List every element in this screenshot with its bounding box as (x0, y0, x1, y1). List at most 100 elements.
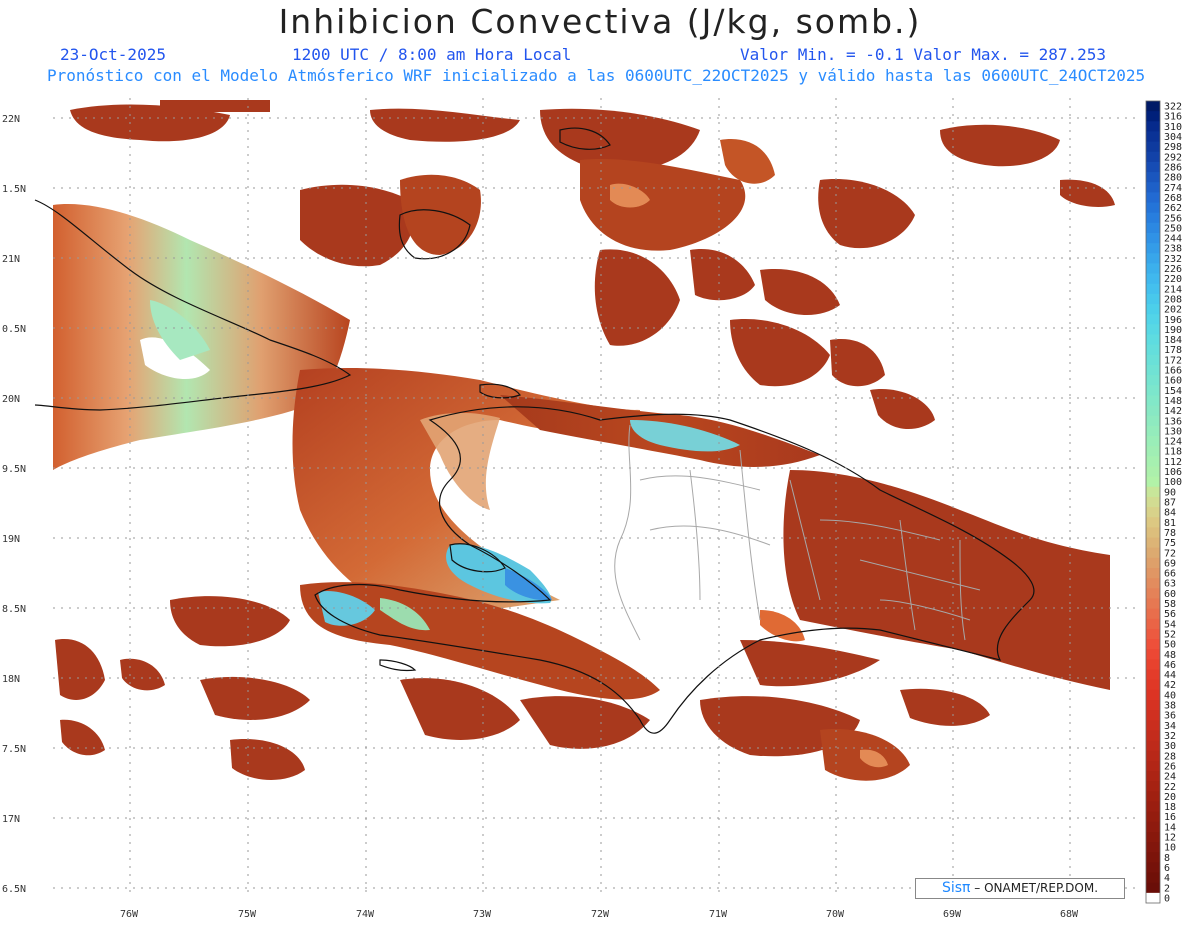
colorbar-swatch (1146, 730, 1160, 742)
colorbar-swatch (1146, 344, 1160, 356)
lat-label: 6.5N (2, 884, 26, 895)
colorbar-swatch (1146, 679, 1160, 691)
colorbar-swatch (1146, 466, 1160, 478)
colorbar-swatch (1146, 364, 1160, 376)
colorbar-swatch (1146, 791, 1160, 802)
lat-label: 19N (2, 534, 20, 545)
latitude-labels: 22N 1.5N 21N 0.5N 20N 9.5N 19N 8.5N 18N … (2, 114, 26, 895)
colorbar-swatch (1146, 639, 1160, 650)
colorbar-swatch (1146, 101, 1160, 112)
colorbar-swatch (1146, 821, 1160, 833)
colorbar-swatch (1146, 151, 1160, 163)
lat-label: 7.5N (2, 744, 26, 755)
colorbar-label: 0 (1164, 893, 1170, 904)
colorbar-swatch (1146, 831, 1160, 843)
cin-map: 22N 1.5N 21N 0.5N 20N 9.5N 19N 8.5N 18N … (2, 98, 1182, 920)
colorbar-swatch (1146, 212, 1160, 224)
colorbar-swatch (1146, 517, 1160, 528)
colorbar-swatch (1146, 882, 1160, 894)
colorbar-swatch (1146, 608, 1160, 620)
colorbar-swatch (1146, 486, 1160, 498)
colorbar-swatch (1146, 628, 1160, 640)
colorbar-swatch (1146, 760, 1160, 772)
colorbar-swatch (1146, 567, 1160, 579)
colorbar-swatch (1146, 598, 1160, 610)
colorbar-swatch (1146, 801, 1160, 813)
colorbar-swatch (1146, 699, 1160, 711)
colorbar-swatch (1146, 293, 1160, 305)
colorbar-swatch (1146, 324, 1160, 335)
colorbar-swatch (1146, 659, 1160, 670)
longitude-labels: 76W 75W 74W 73W 72W 71W 70W 69W 68W (120, 909, 1079, 920)
colorbar-swatch (1146, 557, 1160, 569)
colorbar-swatch (1146, 314, 1160, 325)
colorbar-swatch (1146, 192, 1160, 204)
lon-label: 73W (473, 909, 492, 920)
colorbar-swatch (1146, 842, 1160, 853)
colorbar-swatch (1146, 750, 1160, 762)
colorbar-swatch (1146, 476, 1160, 488)
lon-label: 76W (120, 909, 139, 920)
lon-label: 71W (709, 909, 728, 920)
lat-label: 0.5N (2, 324, 26, 335)
colorbar-swatch (1146, 425, 1160, 437)
lat-label: 8.5N (2, 604, 26, 615)
credit-org: – ONAMET/REP.DOM. (970, 881, 1099, 895)
lat-label: 20N (2, 394, 20, 405)
lat-label: 21N (2, 254, 20, 265)
colorbar-swatch (1146, 375, 1160, 386)
colorbar-swatch (1146, 243, 1160, 254)
cin-field (53, 100, 1115, 781)
colorbar-swatch (1146, 354, 1160, 366)
colorbar-swatch (1146, 496, 1160, 508)
colorbar-swatch (1146, 862, 1160, 874)
lon-label: 74W (356, 909, 375, 920)
colorbar-swatch (1146, 710, 1160, 721)
colorbar-swatch (1146, 436, 1160, 447)
colorbar: 3223163103042982922862802742682622562502… (1145, 100, 1182, 904)
colorbar-swatch (1146, 872, 1160, 884)
colorbar-swatch (1146, 415, 1160, 427)
colorbar-swatch (1146, 547, 1160, 559)
colorbar-swatch (1146, 852, 1160, 863)
colorbar-swatch (1146, 689, 1160, 701)
sis-logo-text: Sisπ (941, 880, 971, 896)
colorbar-swatch (1146, 740, 1160, 752)
colorbar-swatch (1146, 385, 1160, 396)
colorbar-swatch (1146, 892, 1160, 904)
lon-label: 70W (826, 909, 845, 920)
colorbar-swatch (1146, 182, 1160, 193)
colorbar-swatch (1146, 405, 1160, 417)
colorbar-swatch (1146, 172, 1160, 183)
colorbar-swatch (1146, 456, 1160, 467)
colorbar-swatch (1146, 578, 1160, 589)
colorbar-swatch (1146, 222, 1160, 234)
lon-label: 75W (238, 909, 257, 920)
colorbar-swatch (1146, 720, 1160, 731)
lat-label: 22N (2, 114, 20, 125)
lon-label: 72W (591, 909, 610, 920)
colorbar-swatch (1146, 395, 1160, 407)
colorbar-swatch (1146, 111, 1160, 122)
colorbar-swatch (1146, 649, 1160, 660)
colorbar-swatch (1146, 202, 1160, 214)
colorbar-swatch (1146, 537, 1160, 549)
lat-label: 9.5N (2, 464, 26, 475)
lon-label: 69W (943, 909, 962, 920)
colorbar-swatch (1146, 527, 1160, 539)
lat-label: 17N (2, 814, 20, 825)
colorbar-swatch (1146, 811, 1160, 823)
colorbar-swatch (1146, 141, 1160, 153)
colorbar-swatch (1146, 507, 1160, 518)
colorbar-swatch (1146, 253, 1160, 264)
colorbar-swatch (1146, 273, 1160, 285)
colorbar-swatch (1146, 131, 1160, 143)
colorbar-swatch (1146, 232, 1160, 244)
colorbar-swatch (1146, 669, 1160, 681)
colorbar-swatch (1146, 781, 1160, 792)
credit-box: Sisπ – ONAMET/REP.DOM. (915, 878, 1125, 899)
colorbar-swatch (1146, 263, 1160, 275)
colorbar-swatch (1146, 121, 1160, 132)
colorbar-swatch (1146, 588, 1160, 599)
colorbar-swatch (1146, 446, 1160, 457)
